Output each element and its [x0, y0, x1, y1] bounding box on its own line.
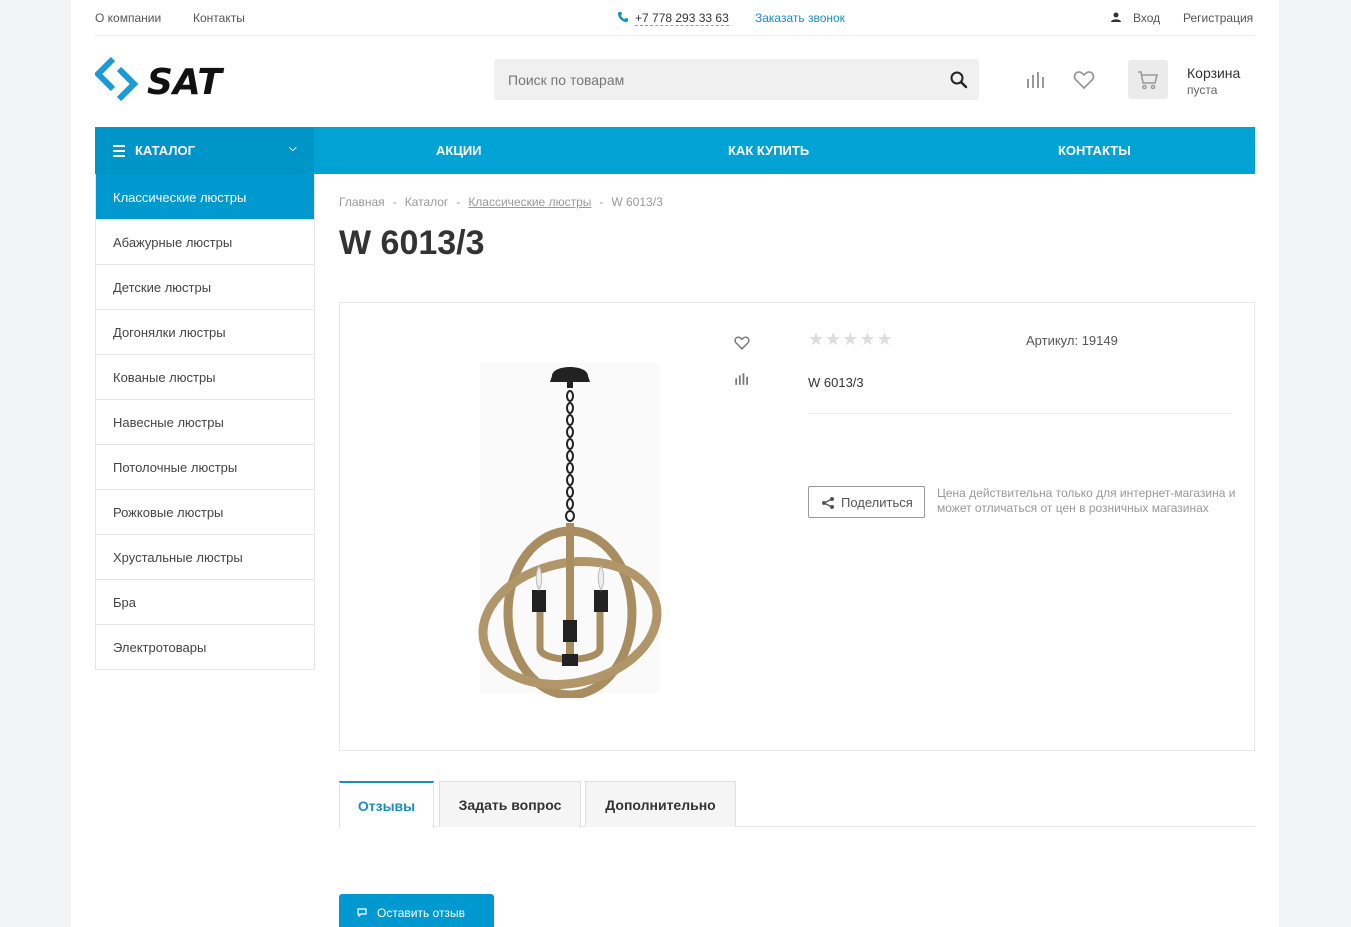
- compare-icon[interactable]: [1025, 69, 1047, 91]
- breadcrumb-current: W 6013/3: [611, 195, 663, 209]
- search-input[interactable]: [494, 59, 934, 100]
- share-button[interactable]: Поделиться: [808, 486, 925, 518]
- catalog-label: КАТАЛОГ: [135, 143, 195, 158]
- sidebar-item-dogonyalki[interactable]: Догонялки люстры: [96, 309, 314, 354]
- product-tabs: Отзывы Задать вопрос Дополнительно: [339, 781, 1255, 828]
- sidebar-item-shade[interactable]: Абажурные люстры: [96, 219, 314, 264]
- search-box: [494, 59, 979, 100]
- product-card: ★★★★★ Артикул: 19149 W 6013/3 Поделиться…: [339, 302, 1255, 751]
- product-name: W 6013/3: [808, 375, 864, 390]
- add-to-favorites-icon[interactable]: [734, 335, 750, 351]
- breadcrumb-home[interactable]: Главная: [339, 195, 385, 209]
- search-icon[interactable]: [949, 70, 969, 90]
- chevron-down-icon: ⌵: [289, 143, 297, 154]
- catalog-menu-button[interactable]: КАТАЛОГ ⌵: [95, 127, 314, 174]
- cart-status: пуста: [1187, 83, 1218, 97]
- callback-link[interactable]: Заказать звонок: [755, 11, 845, 25]
- tab-reviews[interactable]: Отзывы: [339, 781, 434, 828]
- breadcrumb: Главная - Каталог - Классические люстры - W 60…: [339, 195, 663, 209]
- user-icon: [1111, 12, 1121, 22]
- page-title: W 6013/3: [339, 224, 485, 262]
- contacts-link[interactable]: Контакты: [193, 11, 245, 25]
- login-link[interactable]: Вход: [1133, 11, 1160, 25]
- about-link[interactable]: О компании: [95, 11, 161, 25]
- sidebar-item-ceiling[interactable]: Потолочные люстры: [96, 444, 314, 489]
- nav-item-promotions[interactable]: АКЦИИ: [436, 143, 482, 158]
- sidebar-item-forged[interactable]: Кованые люстры: [96, 354, 314, 399]
- menu-icon: [113, 145, 125, 160]
- top-bar: О компании Контакты +7 778 293 33 63 Зак…: [95, 0, 1255, 36]
- logo-text: SAT: [147, 62, 224, 103]
- sidebar-item-kids[interactable]: Детские люстры: [96, 264, 314, 309]
- main-nav: КАТАЛОГ ⌵ АКЦИИ КАК КУПИТЬ КОНТАКТЫ: [95, 127, 1255, 174]
- page: О компании Контакты +7 778 293 33 63 Зак…: [71, 0, 1279, 927]
- rating-stars[interactable]: ★★★★★: [808, 329, 894, 350]
- cart-icon: [1138, 71, 1159, 90]
- leave-review-label: Оставить отзыв: [377, 906, 465, 920]
- nav-item-how-to-buy[interactable]: КАК КУПИТЬ: [728, 143, 809, 158]
- breadcrumb-category[interactable]: Классические люстры: [468, 195, 591, 209]
- phone-number[interactable]: +7 778 293 33 63: [635, 11, 729, 26]
- sidebar-item-arm[interactable]: Рожковые люстры: [96, 489, 314, 534]
- sidebar-item-crystal[interactable]: Хрустальные люстры: [96, 534, 314, 579]
- logo[interactable]: SAT: [93, 56, 265, 111]
- sidebar-item-sconce[interactable]: Бра: [96, 579, 314, 624]
- register-link[interactable]: Регистрация: [1183, 11, 1253, 25]
- sat-logo-icon: SAT: [93, 56, 224, 103]
- nav-item-contacts[interactable]: КОНТАКТЫ: [1058, 143, 1131, 158]
- tab-ask-question[interactable]: Задать вопрос: [439, 781, 581, 827]
- product-sku: Артикул: 19149: [1026, 333, 1118, 348]
- tab-additional[interactable]: Дополнительно: [585, 781, 736, 827]
- share-label: Поделиться: [841, 495, 913, 510]
- divider: [808, 413, 1232, 414]
- share-icon: [822, 497, 834, 509]
- leave-review-button[interactable]: Оставить отзыв: [339, 894, 494, 927]
- breadcrumb-catalog[interactable]: Каталог: [405, 195, 449, 209]
- category-sidebar: Классические люстры Абажурные люстры Дет…: [95, 174, 315, 670]
- sidebar-item-electrical[interactable]: Электротовары: [96, 624, 314, 669]
- sidebar-item-hanging[interactable]: Навесные люстры: [96, 399, 314, 444]
- header: SAT Корзина пуста: [93, 36, 1255, 126]
- comment-icon: [357, 908, 367, 917]
- add-to-compare-icon[interactable]: [734, 371, 750, 387]
- heart-icon[interactable]: [1073, 69, 1095, 91]
- price-note: Цена действительна только для интернет-м…: [937, 486, 1236, 515]
- cart-button[interactable]: [1128, 60, 1168, 99]
- phone-icon: [618, 12, 628, 22]
- sidebar-item-classic[interactable]: Классические люстры: [96, 174, 314, 219]
- cart-title[interactable]: Корзина: [1187, 65, 1240, 81]
- product-image[interactable]: [470, 358, 670, 698]
